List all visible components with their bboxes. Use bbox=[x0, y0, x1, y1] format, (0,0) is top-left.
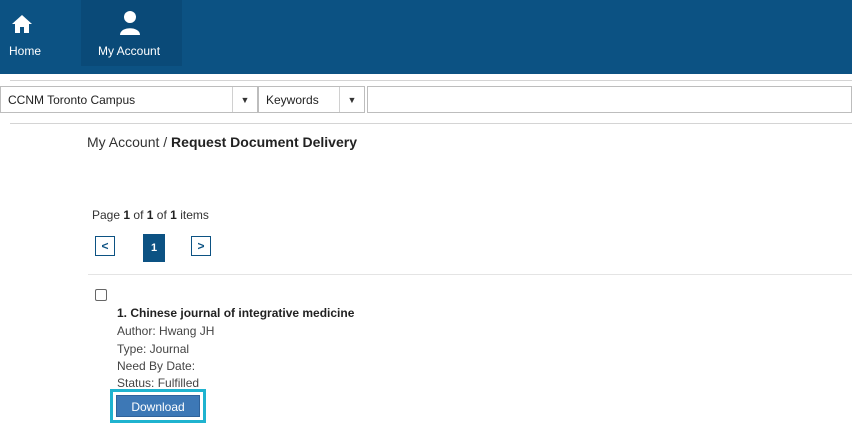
result-type: Type: Journal bbox=[117, 342, 190, 356]
page-title: Request Document Delivery bbox=[171, 134, 357, 150]
home-icon bbox=[11, 14, 33, 37]
nav-my-account-label: My Account bbox=[98, 44, 161, 58]
result-author: Author: Hwang JH bbox=[117, 324, 215, 338]
items-word: items bbox=[180, 208, 209, 222]
of-word: of bbox=[156, 208, 167, 222]
search-bar: CCNM Toronto Campus ▼ Keywords ▼ bbox=[0, 86, 852, 113]
chevron-left-icon: < bbox=[101, 239, 109, 253]
nav-home-label: Home bbox=[9, 44, 42, 58]
location-select[interactable]: CCNM Toronto Campus ▼ bbox=[0, 86, 258, 113]
search-field-select[interactable]: Keywords ▼ bbox=[258, 86, 365, 113]
search-input[interactable] bbox=[367, 86, 852, 113]
divider bbox=[10, 123, 852, 124]
pagination-prev-button[interactable]: < bbox=[95, 236, 115, 256]
pagination-page-1[interactable]: 1 bbox=[143, 234, 165, 262]
breadcrumb-parent[interactable]: My Account bbox=[87, 134, 159, 150]
breadcrumb: My Account / Request Document Delivery bbox=[87, 134, 357, 150]
of-word: of bbox=[133, 208, 144, 222]
breadcrumb-separator: / bbox=[159, 134, 172, 150]
page-word: Page bbox=[92, 208, 121, 222]
top-nav-bar: Home My Account bbox=[0, 0, 852, 74]
location-select-value: CCNM Toronto Campus bbox=[8, 93, 136, 107]
nav-my-account[interactable]: My Account bbox=[81, 0, 182, 66]
chevron-right-icon: > bbox=[197, 239, 205, 253]
search-field-select-value: Keywords bbox=[266, 93, 319, 107]
result-need-by-date: Need By Date: bbox=[117, 359, 196, 373]
divider bbox=[88, 274, 852, 275]
result-status: Status: Fulfilled bbox=[117, 376, 200, 390]
result-select-checkbox[interactable] bbox=[95, 289, 107, 301]
download-button[interactable]: Download bbox=[116, 395, 200, 417]
nav-home[interactable]: Home bbox=[0, 0, 58, 66]
pagination-next-button[interactable]: > bbox=[191, 236, 211, 256]
current-page-number: 1 bbox=[123, 208, 131, 222]
caret-down-icon: ▼ bbox=[339, 87, 364, 112]
pagination-summary: Page 1 of 1 of 1 items bbox=[92, 208, 209, 222]
caret-down-icon: ▼ bbox=[232, 87, 257, 112]
user-icon bbox=[119, 11, 141, 38]
result-title[interactable]: 1. Chinese journal of integrative medici… bbox=[117, 306, 354, 320]
total-pages: 1 bbox=[146, 208, 154, 222]
total-items: 1 bbox=[170, 208, 177, 222]
divider bbox=[10, 80, 852, 81]
